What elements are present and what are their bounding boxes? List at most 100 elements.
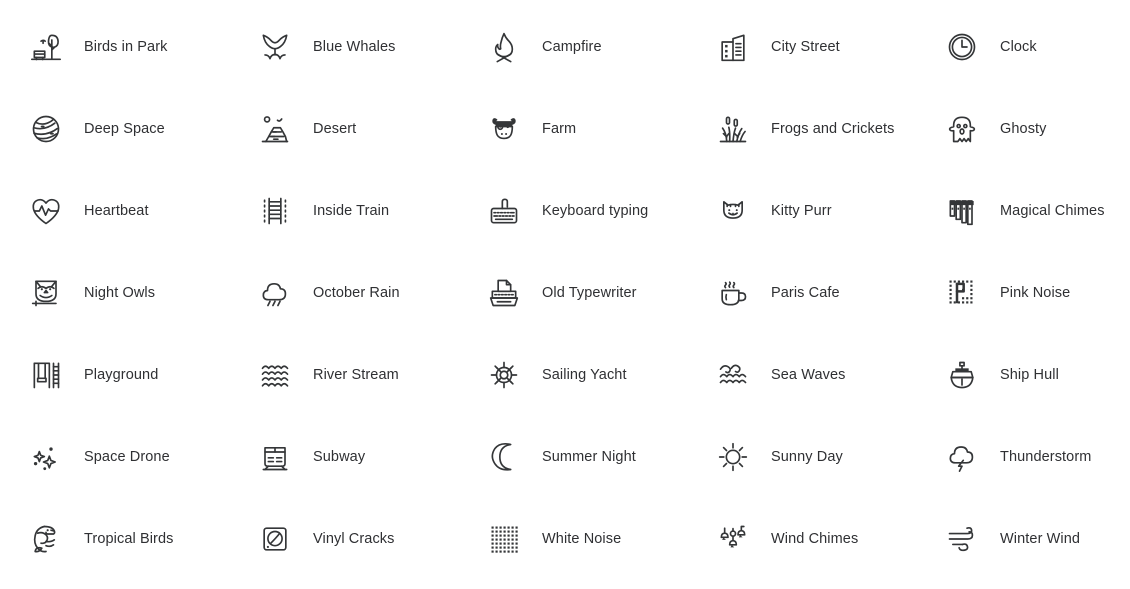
sound-item[interactable]: River Stream bbox=[231, 334, 460, 416]
sound-item[interactable]: Winter Wind bbox=[918, 498, 1130, 580]
sound-item-label: River Stream bbox=[313, 367, 399, 383]
october-rain-icon bbox=[253, 271, 297, 315]
sea-waves-icon bbox=[711, 353, 755, 397]
sound-item-label: Clock bbox=[1000, 39, 1037, 55]
ship-hull-icon bbox=[940, 353, 984, 397]
sound-item-label: Magical Chimes bbox=[1000, 203, 1105, 219]
sound-item-label: Deep Space bbox=[84, 121, 165, 137]
sound-item[interactable]: Heartbeat bbox=[2, 170, 231, 252]
sound-item[interactable]: Ship Hull bbox=[918, 334, 1130, 416]
sound-item[interactable]: Blue Whales bbox=[231, 6, 460, 88]
city-street-icon bbox=[711, 25, 755, 69]
sound-icon-grid: Birds in Park Blue Whales Campfire City … bbox=[0, 0, 1130, 589]
sound-item[interactable]: Paris Cafe bbox=[689, 252, 918, 334]
pink-noise-icon bbox=[940, 271, 984, 315]
space-drone-icon bbox=[24, 435, 68, 479]
sound-item[interactable]: Playground bbox=[2, 334, 231, 416]
sound-item[interactable]: Sunny Day bbox=[689, 416, 918, 498]
white-noise-icon bbox=[482, 517, 526, 561]
sound-item-label: Subway bbox=[313, 449, 366, 465]
sound-item[interactable]: Deep Space bbox=[2, 88, 231, 170]
sound-item[interactable]: Sailing Yacht bbox=[460, 334, 689, 416]
sound-item[interactable]: Inside Train bbox=[231, 170, 460, 252]
sound-item-label: Night Owls bbox=[84, 285, 156, 301]
sound-item[interactable]: Desert bbox=[231, 88, 460, 170]
sound-item[interactable]: Campfire bbox=[460, 6, 689, 88]
sound-item-label: Farm bbox=[542, 121, 577, 137]
sound-item-label: Winter Wind bbox=[1000, 531, 1081, 547]
sound-item-label: Space Drone bbox=[84, 449, 170, 465]
old-typewriter-icon bbox=[482, 271, 526, 315]
night-owls-icon bbox=[24, 271, 68, 315]
sound-item-label: Ghosty bbox=[1000, 121, 1047, 137]
sound-item-label: Keyboard typing bbox=[542, 203, 649, 219]
subway-icon bbox=[253, 435, 297, 479]
sound-item[interactable]: White Noise bbox=[460, 498, 689, 580]
sound-item-label: October Rain bbox=[313, 285, 400, 301]
sound-item-label: Playground bbox=[84, 367, 159, 383]
sound-item-label: Thunderstorm bbox=[1000, 449, 1092, 465]
sound-item[interactable]: Farm bbox=[460, 88, 689, 170]
sound-item-label: Ship Hull bbox=[1000, 367, 1059, 383]
sound-item[interactable]: Vinyl Cracks bbox=[231, 498, 460, 580]
sound-item[interactable]: Summer Night bbox=[460, 416, 689, 498]
sound-item-label: City Street bbox=[771, 39, 840, 55]
sound-item-label: Inside Train bbox=[313, 203, 390, 219]
sound-item[interactable]: City Street bbox=[689, 6, 918, 88]
sound-item-label: Sailing Yacht bbox=[542, 367, 627, 383]
clock-icon bbox=[940, 25, 984, 69]
sound-item-label: Kitty Purr bbox=[771, 203, 832, 219]
sound-item-label: Heartbeat bbox=[84, 203, 149, 219]
sound-item-label: Campfire bbox=[542, 39, 602, 55]
sound-item-label: Frogs and Crickets bbox=[771, 121, 895, 137]
sound-item[interactable]: Subway bbox=[231, 416, 460, 498]
sound-item[interactable]: Old Typewriter bbox=[460, 252, 689, 334]
birds-in-park-icon bbox=[24, 25, 68, 69]
sound-item-label: Blue Whales bbox=[313, 39, 396, 55]
frogs-and-crickets-icon bbox=[711, 107, 755, 151]
sound-item-label: Birds in Park bbox=[84, 39, 168, 55]
sound-item[interactable]: Thunderstorm bbox=[918, 416, 1130, 498]
tropical-birds-icon bbox=[24, 517, 68, 561]
sound-item[interactable]: Space Drone bbox=[2, 416, 231, 498]
sound-item[interactable]: Kitty Purr bbox=[689, 170, 918, 252]
sound-item[interactable]: Birds in Park bbox=[2, 6, 231, 88]
sound-item[interactable]: Sea Waves bbox=[689, 334, 918, 416]
desert-icon bbox=[253, 107, 297, 151]
inside-train-icon bbox=[253, 189, 297, 233]
sound-item-label: Vinyl Cracks bbox=[313, 531, 395, 547]
sound-item[interactable]: Ghosty bbox=[918, 88, 1130, 170]
river-stream-icon bbox=[253, 353, 297, 397]
sound-item[interactable]: Pink Noise bbox=[918, 252, 1130, 334]
heartbeat-icon bbox=[24, 189, 68, 233]
paris-cafe-icon bbox=[711, 271, 755, 315]
wind-chimes-icon bbox=[711, 517, 755, 561]
deep-space-icon bbox=[24, 107, 68, 151]
sound-item[interactable]: Wind Chimes bbox=[689, 498, 918, 580]
vinyl-cracks-icon bbox=[253, 517, 297, 561]
sound-item-label: White Noise bbox=[542, 531, 622, 547]
summer-night-icon bbox=[482, 435, 526, 479]
sound-item[interactable]: Clock bbox=[918, 6, 1130, 88]
sound-item-label: Pink Noise bbox=[1000, 285, 1071, 301]
sunny-day-icon bbox=[711, 435, 755, 479]
farm-icon bbox=[482, 107, 526, 151]
ghosty-icon bbox=[940, 107, 984, 151]
winter-wind-icon bbox=[940, 517, 984, 561]
sound-item[interactable]: Tropical Birds bbox=[2, 498, 231, 580]
sound-item-label: Old Typewriter bbox=[542, 285, 637, 301]
kitty-purr-icon bbox=[711, 189, 755, 233]
sound-item[interactable]: Keyboard typing bbox=[460, 170, 689, 252]
sound-item-label: Wind Chimes bbox=[771, 531, 859, 547]
campfire-icon bbox=[482, 25, 526, 69]
sound-item-label: Tropical Birds bbox=[84, 531, 174, 547]
thunderstorm-icon bbox=[940, 435, 984, 479]
sound-item-label: Sunny Day bbox=[771, 449, 843, 465]
magical-chimes-icon bbox=[940, 189, 984, 233]
playground-icon bbox=[24, 353, 68, 397]
sound-item[interactable]: Frogs and Crickets bbox=[689, 88, 918, 170]
sound-item[interactable]: October Rain bbox=[231, 252, 460, 334]
sailing-yacht-icon bbox=[482, 353, 526, 397]
sound-item[interactable]: Night Owls bbox=[2, 252, 231, 334]
sound-item[interactable]: Magical Chimes bbox=[918, 170, 1130, 252]
